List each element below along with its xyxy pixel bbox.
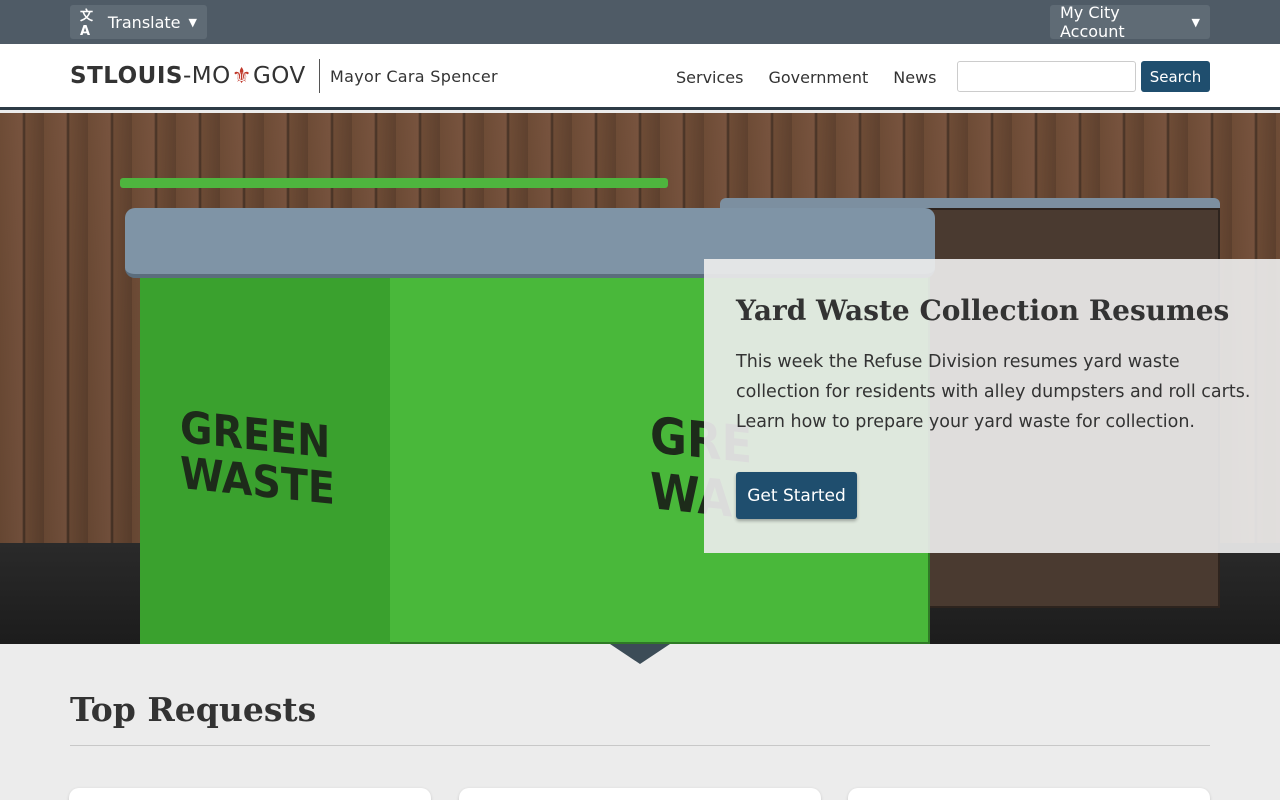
my-city-account-button[interactable]: My City Account ▼ — [1050, 3, 1210, 41]
hero-title: Yard Waste Collection Resumes — [736, 294, 1230, 327]
nav-item-news[interactable]: News — [893, 68, 936, 87]
account-label: My City Account — [1060, 3, 1125, 41]
site-header: STLOUIS -MO ⚜ GOV Mayor Cara Spencer Ser… — [0, 44, 1280, 110]
nav-item-services[interactable]: Services — [676, 68, 743, 87]
search-input[interactable] — [957, 61, 1136, 92]
fleur-de-lis-icon: ⚜ — [231, 63, 252, 89]
chevron-down-icon: ▼ — [188, 15, 197, 29]
translate-label: Translate — [107, 12, 181, 32]
logo-text-bold: STLOUIS — [70, 63, 183, 89]
dumpster-rail — [120, 178, 668, 188]
hero-pointer — [610, 644, 670, 664]
site-logo[interactable]: STLOUIS -MO ⚜ GOV — [70, 63, 306, 89]
section-divider — [70, 745, 1210, 746]
translate-button[interactable]: 文A Translate ▼ — [70, 5, 207, 39]
hero-description: This week the Refuse Division resumes ya… — [736, 352, 1251, 432]
request-card[interactable] — [848, 788, 1210, 800]
request-card[interactable] — [459, 788, 821, 800]
logo-divider — [319, 59, 320, 93]
translate-icon: 文A — [80, 9, 94, 39]
request-card[interactable] — [69, 788, 431, 800]
logo-text-end: GOV — [252, 63, 306, 89]
hero-card: Yard Waste Collection Resumes This week … — [704, 259, 1280, 553]
logo-text-mid: -MO — [182, 63, 231, 89]
nav-item-government[interactable]: Government — [768, 68, 868, 87]
get-started-button[interactable]: Get Started — [736, 472, 857, 519]
top-requests-title: Top Requests — [70, 690, 317, 729]
search-button[interactable]: Search — [1141, 61, 1210, 92]
chevron-down-icon: ▼ — [1191, 15, 1200, 29]
utility-bar: 文A Translate ▼ My City Account ▼ — [0, 0, 1280, 44]
mayor-name: Mayor Cara Spencer — [330, 67, 498, 86]
dumpster-stencil-left: GREEN WASTE — [180, 402, 335, 515]
main-nav: Services Government News — [676, 68, 936, 87]
